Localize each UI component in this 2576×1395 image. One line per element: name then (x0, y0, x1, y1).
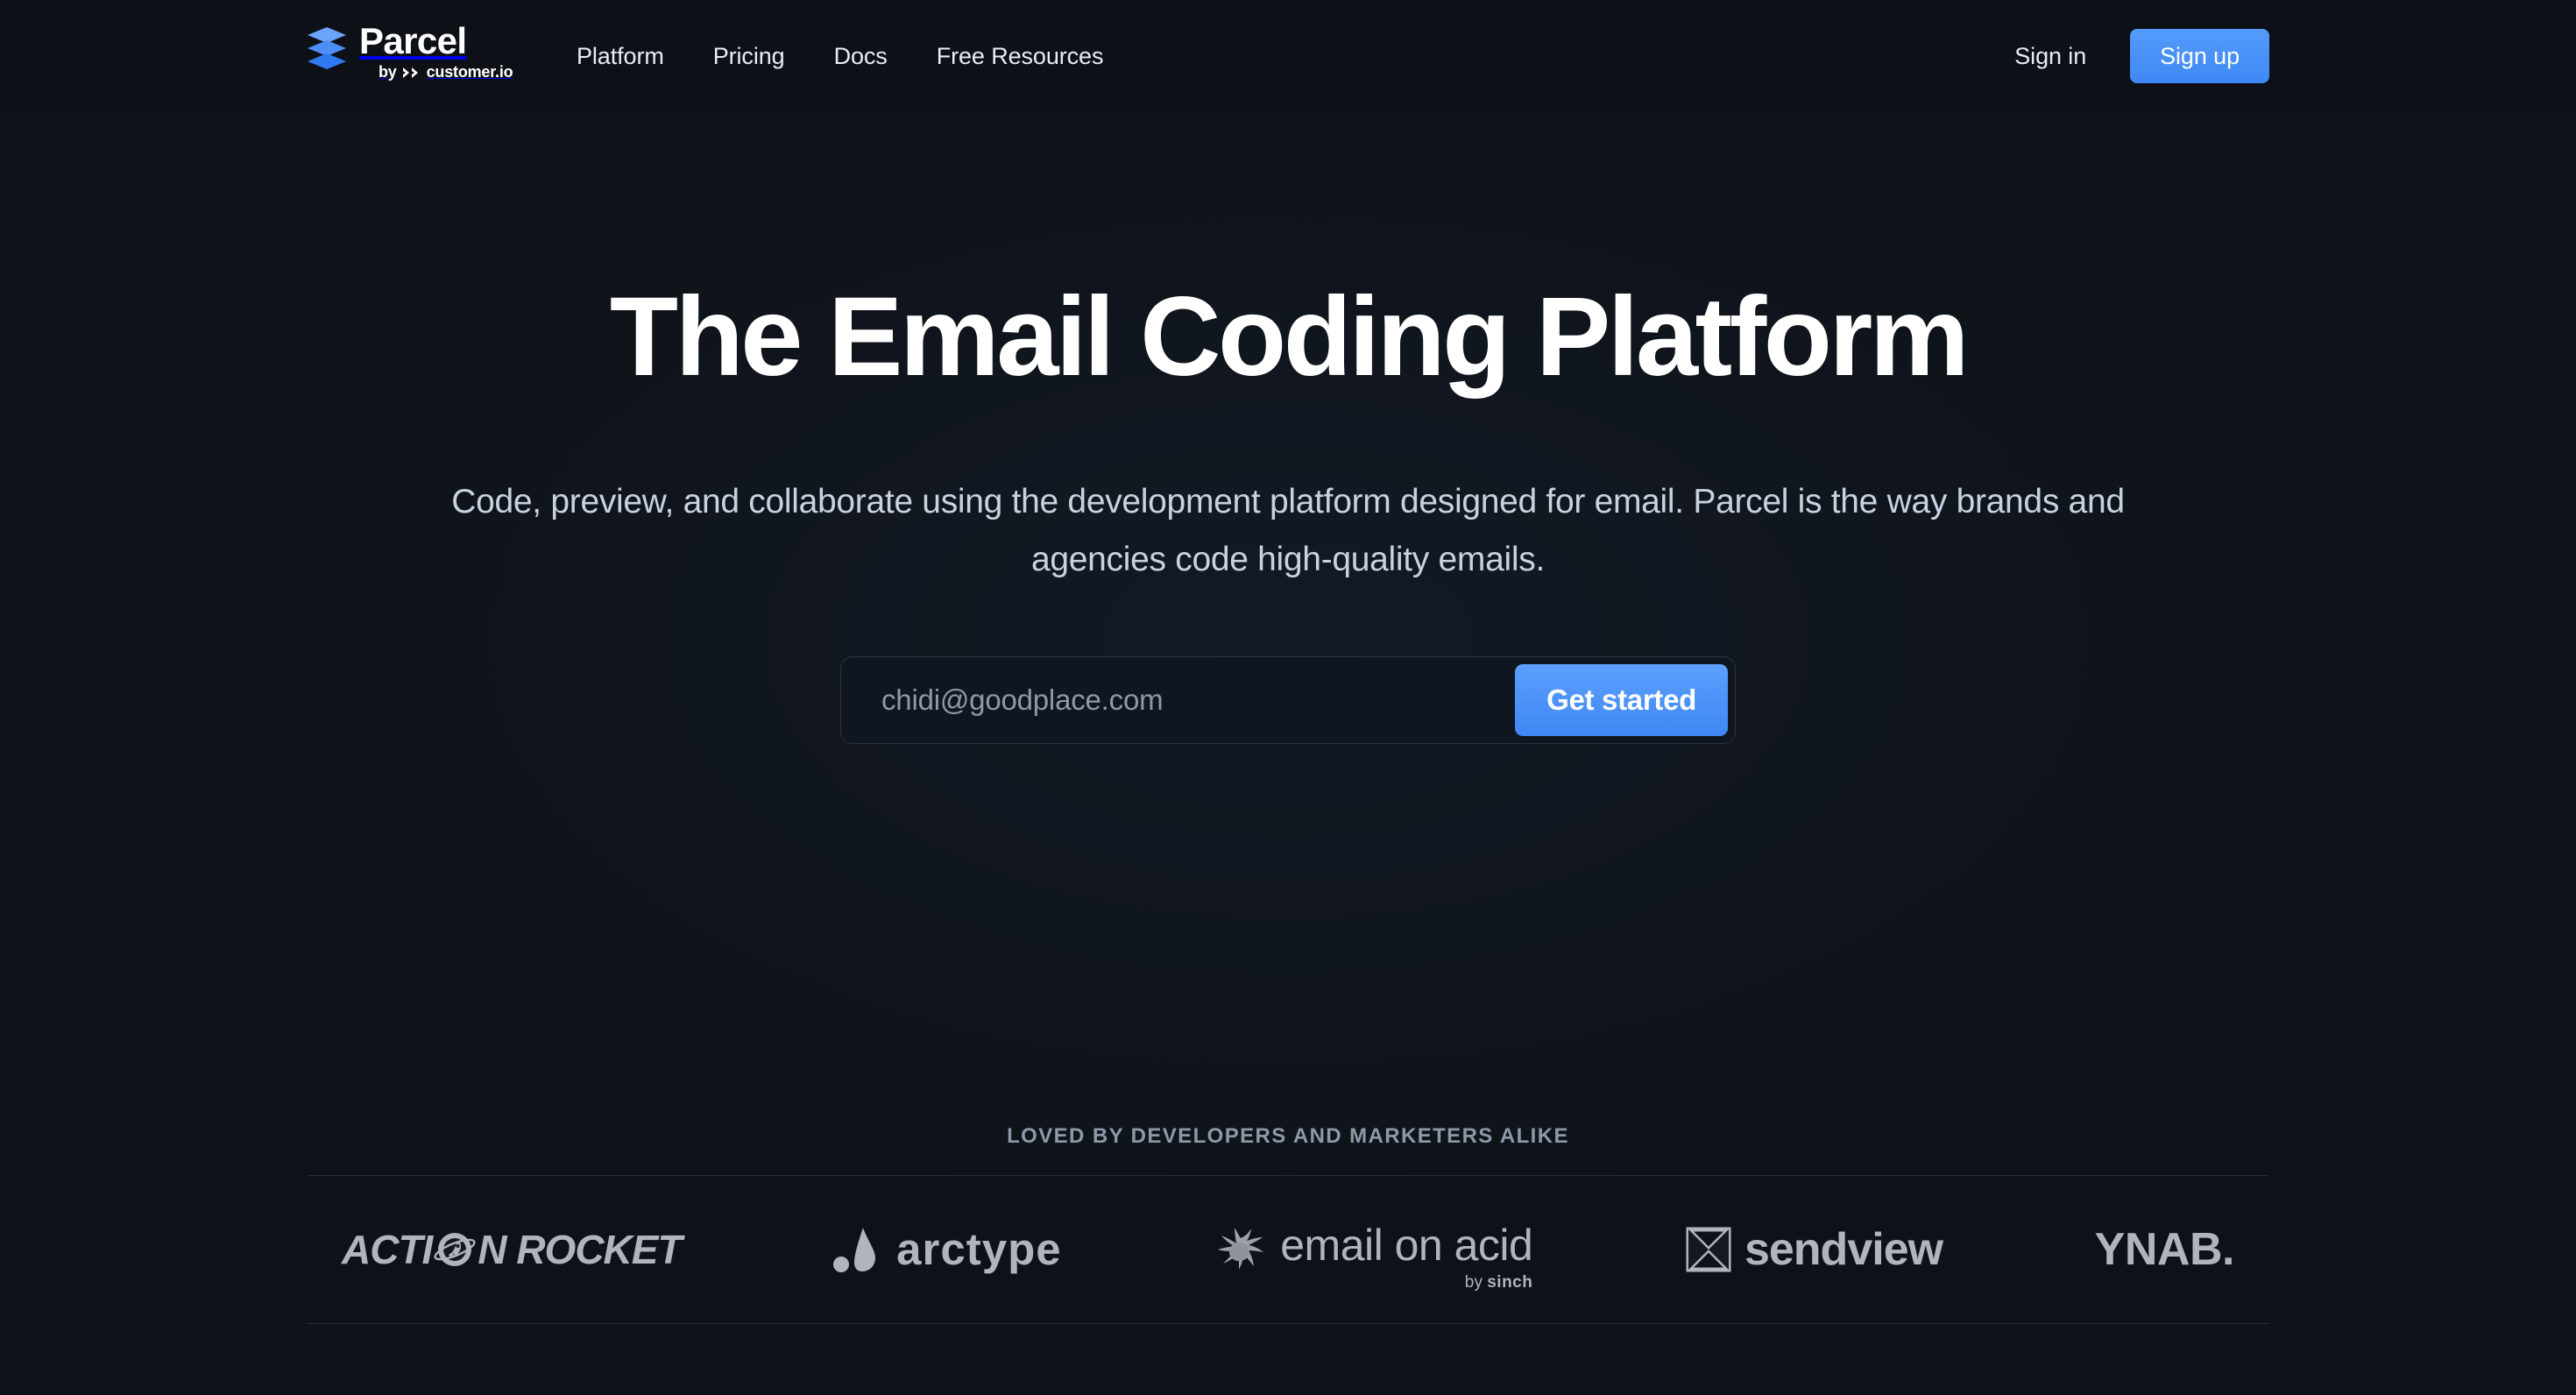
logo-by-prefix: by (379, 63, 397, 81)
main-nav: Platform Pricing Docs Free Resources (552, 0, 1128, 112)
email-signup-form: Get started (840, 656, 1736, 744)
brand-logo-email-on-acid: email on acid by sinch (1214, 1220, 1533, 1292)
nav-item-docs[interactable]: Docs (810, 43, 912, 70)
stacked-layers-icon (308, 27, 346, 69)
ynab-wordmark: YNAB. (2094, 1223, 2235, 1275)
parcel-logo[interactable]: Parcel by customer.io (307, 21, 513, 81)
action-rocket-text-after: N ROCKET (478, 1226, 682, 1272)
acid-splat-icon (1218, 1227, 1264, 1270)
brand-logo-arctype: arctype (833, 1223, 1061, 1275)
auth-actions: Sign in Sign up (2014, 0, 2269, 112)
rocket-planet-icon (433, 1228, 477, 1271)
arctype-wordmark: arctype (896, 1224, 1062, 1274)
logo-by-brand: customer.io (426, 63, 513, 81)
customerio-icon (402, 67, 418, 78)
logo-byline: by customer.io (379, 63, 513, 81)
sendview-x-icon (1686, 1227, 1731, 1271)
brand-logo-ynab: YNAB. (2094, 1223, 2235, 1276)
get-started-button[interactable]: Get started (1515, 664, 1728, 736)
nav-item-free-resources[interactable]: Free Resources (912, 43, 1129, 70)
hero-subheadline: Code, preview, and collaborate using the… (451, 483, 2125, 578)
action-rocket-wordmark: ACTI N ROCKET (342, 1226, 683, 1273)
email-on-acid-by-brand: sinch (1487, 1272, 1533, 1292)
customer-logo-row: ACTI N ROCKET arctype email on acid by s… (307, 1175, 2269, 1323)
brand-logo-sendview: sendview (1685, 1223, 1943, 1276)
site-header: Parcel by customer.io Platform Pricing D… (0, 0, 2576, 112)
landing-page: Parcel by customer.io Platform Pricing D… (0, 0, 2576, 1395)
sendview-wordmark: sendview (1744, 1223, 1943, 1275)
nav-item-platform[interactable]: Platform (552, 43, 689, 70)
arctype-flame-icon (833, 1227, 876, 1272)
logo-text: Parcel by customer.io (359, 21, 513, 81)
page-title: The Email Coding Platform (609, 274, 1970, 400)
email-on-acid-wordmark: email on acid (1280, 1220, 1533, 1270)
divider-bottom (307, 1323, 2269, 1324)
email-on-acid-by-prefix: by (1464, 1272, 1483, 1292)
sign-in-link[interactable]: Sign in (2014, 43, 2130, 70)
sign-up-button[interactable]: Sign up (2130, 29, 2269, 83)
social-proof-label: LOVED BY DEVELOPERS AND MARKETERS ALIKE (1007, 1124, 1569, 1148)
nav-item-pricing[interactable]: Pricing (689, 43, 810, 70)
action-rocket-text-before: ACTI (342, 1226, 433, 1272)
email-on-acid-byline: by sinch (1465, 1273, 1533, 1292)
logo-wordmark: Parcel (359, 20, 467, 61)
brand-logo-action-rocket: ACTI N ROCKET (342, 1226, 683, 1273)
email-input[interactable] (841, 658, 1516, 742)
